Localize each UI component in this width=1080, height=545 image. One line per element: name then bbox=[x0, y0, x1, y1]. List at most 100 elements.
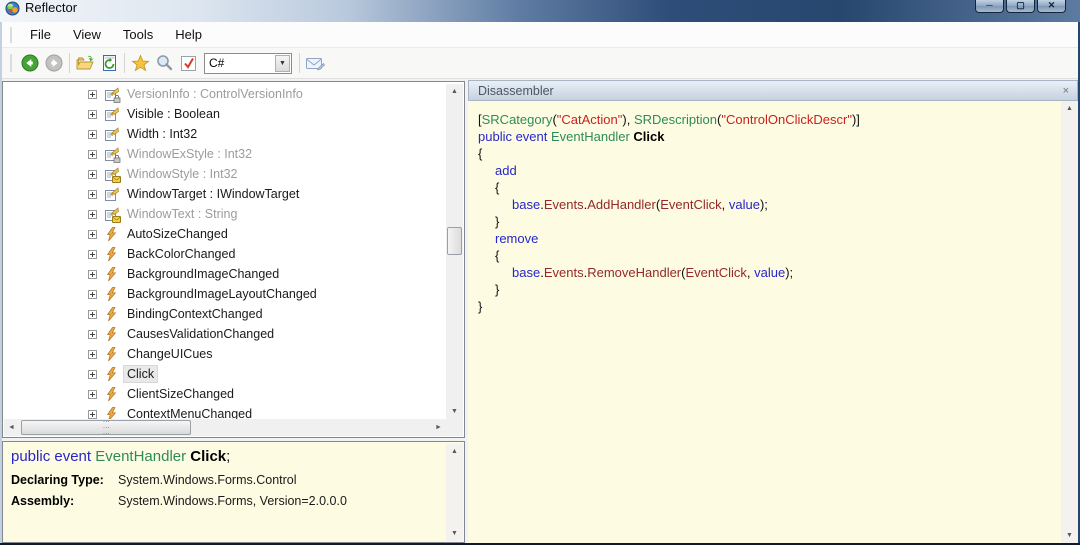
expand-plus-icon[interactable] bbox=[88, 309, 97, 319]
send-feedback-button[interactable] bbox=[303, 51, 327, 75]
expand-plus-icon[interactable] bbox=[88, 189, 97, 199]
tree-item[interactable]: BackgroundImageChanged bbox=[3, 264, 446, 284]
expand-plus-icon[interactable] bbox=[88, 89, 97, 99]
menu-view[interactable]: View bbox=[62, 23, 112, 46]
tree-vertical-scrollbar[interactable]: ▲ ▼ bbox=[446, 84, 463, 419]
window-border bbox=[0, 22, 2, 543]
code-line: } bbox=[478, 299, 483, 314]
tree-item[interactable]: WindowTarget : IWindowTarget bbox=[3, 184, 446, 204]
menu-help[interactable]: Help bbox=[164, 23, 213, 46]
disassembler-vertical-scrollbar[interactable]: ▲ ▼ bbox=[1061, 101, 1078, 543]
tree-item[interactable]: WindowText : String bbox=[3, 204, 446, 224]
scroll-up-icon[interactable]: ▲ bbox=[446, 444, 463, 459]
forward-button[interactable] bbox=[42, 51, 66, 75]
disassembler-header[interactable]: Disassembler × bbox=[468, 80, 1078, 101]
expand-plus-icon[interactable] bbox=[88, 129, 97, 139]
toolbar-grip[interactable] bbox=[10, 54, 13, 72]
scroll-down-icon[interactable]: ▼ bbox=[1061, 528, 1078, 543]
language-selector[interactable]: C# ▼ bbox=[204, 52, 292, 74]
open-folder-icon bbox=[76, 55, 93, 70]
scroll-down-icon[interactable]: ▼ bbox=[446, 404, 463, 419]
toolbar-grip[interactable] bbox=[10, 26, 13, 43]
member-details-panel: public event EventHandler Click; Declari… bbox=[2, 441, 465, 543]
expand-plus-icon[interactable] bbox=[88, 229, 97, 239]
disassembler-title: Disassembler bbox=[478, 83, 554, 98]
minimize-button[interactable]: ─ bbox=[975, 0, 1004, 13]
property-icon bbox=[104, 206, 121, 223]
search-icon bbox=[157, 55, 173, 71]
tree-item[interactable]: VersionInfo : ControlVersionInfo bbox=[3, 84, 446, 104]
expand-plus-icon[interactable] bbox=[88, 209, 97, 219]
back-button[interactable] bbox=[18, 51, 42, 75]
title-bar: Reflector ─ ▢ ✕ bbox=[0, 0, 1080, 22]
tree-item[interactable]: WindowExStyle : Int32 bbox=[3, 144, 446, 164]
details-vertical-scrollbar[interactable]: ▲ ▼ bbox=[446, 444, 463, 541]
tree-item-label: Width : Int32 bbox=[127, 127, 198, 141]
verify-button[interactable] bbox=[176, 51, 200, 75]
expand-plus-icon[interactable] bbox=[88, 149, 97, 159]
toolbar-separator bbox=[299, 53, 300, 73]
expand-plus-icon[interactable] bbox=[88, 169, 97, 179]
tree-item[interactable]: Visible : Boolean bbox=[3, 104, 446, 124]
tree-item[interactable]: WindowStyle : Int32 bbox=[3, 164, 446, 184]
expand-plus-icon[interactable] bbox=[88, 289, 97, 299]
tree-horizontal-scrollbar[interactable]: ◄ ► bbox=[4, 419, 446, 436]
open-assembly-button[interactable] bbox=[73, 51, 97, 75]
expand-plus-icon[interactable] bbox=[88, 369, 97, 379]
close-button[interactable]: ✕ bbox=[1037, 0, 1066, 13]
event-icon bbox=[104, 346, 119, 362]
close-icon[interactable]: × bbox=[1063, 85, 1077, 97]
disassembler-code[interactable]: [SRCategory("CatAction"), SRDescription(… bbox=[468, 101, 1061, 543]
scroll-left-icon[interactable]: ◄ bbox=[4, 419, 19, 436]
tree-item-label: BackColorChanged bbox=[127, 247, 236, 261]
code-line: base.Events.RemoveHandler(EventClick, va… bbox=[512, 265, 794, 280]
detail-field-label: Declaring Type: bbox=[11, 473, 104, 487]
tree-item[interactable]: Click bbox=[3, 364, 446, 384]
tree-item[interactable]: BindingContextChanged bbox=[3, 304, 446, 324]
tree-item-label: AutoSizeChanged bbox=[127, 227, 228, 241]
event-icon bbox=[104, 326, 119, 342]
tree-item[interactable]: BackgroundImageLayoutChanged bbox=[3, 284, 446, 304]
tree-item[interactable]: ContextMenuChanged bbox=[3, 404, 446, 419]
tree-vscroll-thumb[interactable] bbox=[447, 227, 462, 255]
scroll-up-icon[interactable]: ▲ bbox=[446, 84, 463, 99]
star-icon bbox=[130, 54, 150, 72]
tree-item-label: ClientSizeChanged bbox=[127, 387, 235, 401]
search-button[interactable] bbox=[152, 51, 176, 75]
envelope-icon bbox=[306, 58, 325, 71]
expand-plus-icon[interactable] bbox=[88, 109, 97, 119]
tree-item[interactable]: BackColorChanged bbox=[3, 244, 446, 264]
menu-tools[interactable]: Tools bbox=[112, 23, 164, 46]
toolbar-separator bbox=[124, 53, 125, 73]
favorites-button[interactable] bbox=[128, 51, 152, 75]
scroll-down-icon[interactable]: ▼ bbox=[446, 526, 463, 541]
tree-item[interactable]: Width : Int32 bbox=[3, 124, 446, 144]
code-line: } bbox=[495, 214, 500, 229]
tree-item-label: BackgroundImageChanged bbox=[127, 267, 280, 281]
tree-item[interactable]: CausesValidationChanged bbox=[3, 324, 446, 344]
expand-plus-icon[interactable] bbox=[88, 269, 97, 279]
tree-item[interactable]: AutoSizeChanged bbox=[3, 224, 446, 244]
property-icon bbox=[104, 106, 119, 122]
expand-plus-icon[interactable] bbox=[88, 389, 97, 399]
member-signature: public event EventHandler Click; bbox=[11, 448, 231, 465]
tree-item[interactable]: ClientSizeChanged bbox=[3, 384, 446, 404]
expand-plus-icon[interactable] bbox=[88, 349, 97, 359]
expand-plus-icon[interactable] bbox=[88, 409, 97, 419]
expand-plus-icon[interactable] bbox=[88, 329, 97, 339]
tree-item[interactable]: ChangeUICues bbox=[3, 344, 446, 364]
window-title: Reflector bbox=[25, 0, 78, 15]
chevron-down-icon[interactable]: ▼ bbox=[275, 54, 290, 72]
tree-item-label: WindowTarget : IWindowTarget bbox=[127, 187, 300, 201]
maximize-button[interactable]: ▢ bbox=[1006, 0, 1035, 13]
tree-hscroll-thumb[interactable] bbox=[21, 420, 191, 435]
menu-file[interactable]: File bbox=[19, 23, 62, 46]
event-icon bbox=[104, 366, 119, 382]
event-icon bbox=[104, 246, 119, 262]
refresh-button[interactable] bbox=[97, 51, 121, 75]
scroll-up-icon[interactable]: ▲ bbox=[1061, 101, 1078, 116]
tree-item-label: ContextMenuChanged bbox=[127, 407, 253, 419]
expand-plus-icon[interactable] bbox=[88, 249, 97, 259]
tree-item-label: Visible : Boolean bbox=[127, 107, 220, 121]
scroll-right-icon[interactable]: ► bbox=[431, 419, 446, 436]
